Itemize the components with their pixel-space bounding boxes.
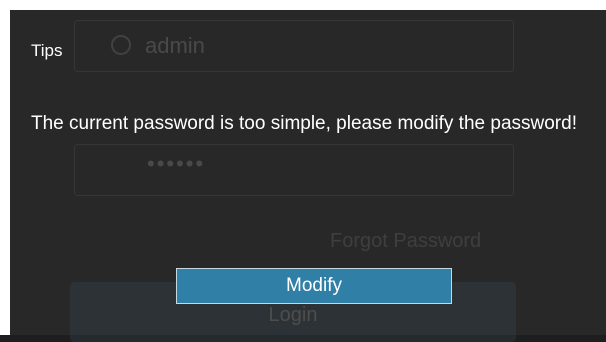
dialog-title: Tips: [31, 41, 63, 60]
user-icon: [111, 35, 131, 55]
dialog-message: The current password is too simple, plea…: [31, 113, 577, 134]
background-username-field: admin: [74, 20, 514, 72]
modify-button[interactable]: Modify: [176, 268, 452, 304]
background-username-text: admin: [145, 33, 205, 58]
background-password-mask: ••••••: [147, 151, 206, 176]
background-password-field: ••••••: [74, 144, 514, 196]
background-login-label: Login: [268, 304, 318, 326]
background-forgot-password-link: Forgot Password: [330, 230, 482, 252]
